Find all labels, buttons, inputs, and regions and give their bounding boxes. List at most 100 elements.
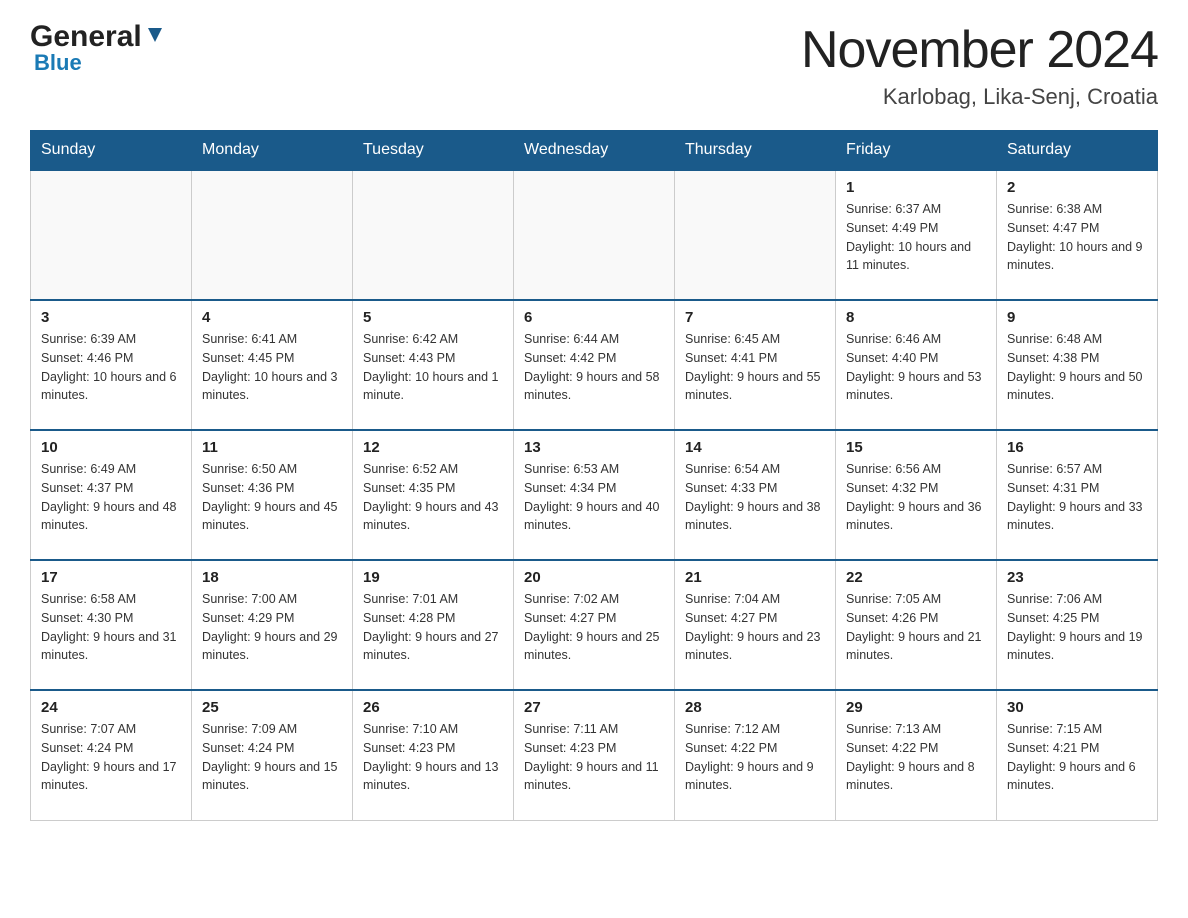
day-cell: 8 Sunrise: 6:46 AM Sunset: 4:40 PM Daylig… (836, 300, 997, 430)
day-number: 19 (363, 569, 503, 586)
day-number: 13 (524, 439, 664, 456)
day-cell: 1 Sunrise: 6:37 AM Sunset: 4:49 PM Daylig… (836, 170, 997, 300)
day-info: Sunrise: 7:13 AM Sunset: 4:22 PM Dayligh… (846, 720, 986, 795)
day-info: Sunrise: 7:05 AM Sunset: 4:26 PM Dayligh… (846, 590, 986, 665)
day-info: Sunrise: 7:11 AM Sunset: 4:23 PM Dayligh… (524, 720, 664, 795)
day-cell: 4Sunrise: 6:41 AM Sunset: 4:45 PM Daylig… (192, 300, 353, 430)
day-info: Sunrise: 6:39 AM Sunset: 4:46 PM Dayligh… (41, 330, 181, 405)
day-number: 14 (685, 439, 825, 456)
day-info: Sunrise: 7:01 AM Sunset: 4:28 PM Dayligh… (363, 590, 503, 665)
day-cell: 15Sunrise: 6:56 AM Sunset: 4:32 PM Dayli… (836, 430, 997, 560)
day-number: 24 (41, 699, 181, 716)
day-info: Sunrise: 7:00 AM Sunset: 4:29 PM Dayligh… (202, 590, 342, 665)
day-cell: 13 Sunrise: 6:53 AM Sunset: 4:34 PM Dayli… (514, 430, 675, 560)
day-info: Sunrise: 6:52 AM Sunset: 4:35 PM Dayligh… (363, 460, 503, 535)
day-cell: 17 Sunrise: 6:58 AM Sunset: 4:30 PM Dayli… (31, 560, 192, 690)
day-info: Sunrise: 6:37 AM Sunset: 4:49 PM Dayligh… (846, 200, 986, 275)
logo-blue-text: Blue (34, 50, 82, 76)
day-cell: 25 Sunrise: 7:09 AM Sunset: 4:24 PM Dayli… (192, 690, 353, 820)
title-area: November 2024 Karlobag, Lika-Senj, Croat… (801, 20, 1158, 110)
day-info: Sunrise: 7:07 AM Sunset: 4:24 PM Dayligh… (41, 720, 181, 795)
day-number: 3 (41, 309, 181, 326)
day-number: 21 (685, 569, 825, 586)
day-cell: 10 Sunrise: 6:49 AM Sunset: 4:37 PM Dayli… (31, 430, 192, 560)
day-info: Sunrise: 6:49 AM Sunset: 4:37 PM Dayligh… (41, 460, 181, 535)
header-cell-tuesday: Tuesday (353, 131, 514, 171)
day-info: Sunrise: 6:42 AM Sunset: 4:43 PM Dayligh… (363, 330, 503, 405)
day-info: Sunrise: 7:06 AM Sunset: 4:25 PM Dayligh… (1007, 590, 1147, 665)
day-info: Sunrise: 6:48 AM Sunset: 4:38 PM Dayligh… (1007, 330, 1147, 405)
day-number: 17 (41, 569, 181, 586)
week-row-4: 17 Sunrise: 6:58 AM Sunset: 4:30 PM Dayli… (31, 560, 1158, 690)
day-info: Sunrise: 6:38 AM Sunset: 4:47 PM Dayligh… (1007, 200, 1147, 275)
day-info: Sunrise: 7:09 AM Sunset: 4:24 PM Dayligh… (202, 720, 342, 795)
header-cell-thursday: Thursday (675, 131, 836, 171)
header-row: SundayMondayTuesdayWednesdayThursdayFrid… (31, 131, 1158, 171)
day-info: Sunrise: 6:46 AM Sunset: 4:40 PM Dayligh… (846, 330, 986, 405)
day-number: 18 (202, 569, 342, 586)
day-number: 7 (685, 309, 825, 326)
day-cell: 28Sunrise: 7:12 AM Sunset: 4:22 PM Dayli… (675, 690, 836, 820)
header: General Blue November 2024 Karlobag, Lik… (30, 20, 1158, 110)
day-number: 10 (41, 439, 181, 456)
day-cell: 12Sunrise: 6:52 AM Sunset: 4:35 PM Dayli… (353, 430, 514, 560)
day-info: Sunrise: 7:15 AM Sunset: 4:21 PM Dayligh… (1007, 720, 1147, 795)
day-info: Sunrise: 6:57 AM Sunset: 4:31 PM Dayligh… (1007, 460, 1147, 535)
day-cell: 9Sunrise: 6:48 AM Sunset: 4:38 PM Daylig… (997, 300, 1158, 430)
day-cell: 2 Sunrise: 6:38 AM Sunset: 4:47 PM Daylig… (997, 170, 1158, 300)
header-cell-sunday: Sunday (31, 131, 192, 171)
day-info: Sunrise: 6:50 AM Sunset: 4:36 PM Dayligh… (202, 460, 342, 535)
day-info: Sunrise: 7:12 AM Sunset: 4:22 PM Dayligh… (685, 720, 825, 795)
day-info: Sunrise: 6:54 AM Sunset: 4:33 PM Dayligh… (685, 460, 825, 535)
day-cell: 14 Sunrise: 6:54 AM Sunset: 4:33 PM Dayli… (675, 430, 836, 560)
day-cell: 7 Sunrise: 6:45 AM Sunset: 4:41 PM Daylig… (675, 300, 836, 430)
day-number: 6 (524, 309, 664, 326)
header-cell-monday: Monday (192, 131, 353, 171)
logo-arrow-icon (144, 24, 166, 46)
day-info: Sunrise: 6:56 AM Sunset: 4:32 PM Dayligh… (846, 460, 986, 535)
day-cell (675, 170, 836, 300)
day-cell: 29Sunrise: 7:13 AM Sunset: 4:22 PM Dayli… (836, 690, 997, 820)
day-info: Sunrise: 6:58 AM Sunset: 4:30 PM Dayligh… (41, 590, 181, 665)
day-number: 8 (846, 309, 986, 326)
calendar-table: SundayMondayTuesdayWednesdayThursdayFrid… (30, 130, 1158, 821)
day-info: Sunrise: 6:45 AM Sunset: 4:41 PM Dayligh… (685, 330, 825, 405)
day-cell (353, 170, 514, 300)
day-number: 2 (1007, 179, 1147, 196)
day-cell (31, 170, 192, 300)
day-cell: 23 Sunrise: 7:06 AM Sunset: 4:25 PM Dayli… (997, 560, 1158, 690)
month-title: November 2024 (801, 20, 1158, 80)
day-cell: 11 Sunrise: 6:50 AM Sunset: 4:36 PM Dayli… (192, 430, 353, 560)
day-cell: 22 Sunrise: 7:05 AM Sunset: 4:26 PM Dayli… (836, 560, 997, 690)
day-cell (192, 170, 353, 300)
day-cell (514, 170, 675, 300)
day-info: Sunrise: 7:02 AM Sunset: 4:27 PM Dayligh… (524, 590, 664, 665)
week-row-3: 10 Sunrise: 6:49 AM Sunset: 4:37 PM Dayli… (31, 430, 1158, 560)
day-cell: 3 Sunrise: 6:39 AM Sunset: 4:46 PM Daylig… (31, 300, 192, 430)
header-cell-saturday: Saturday (997, 131, 1158, 171)
day-cell: 27 Sunrise: 7:11 AM Sunset: 4:23 PM Dayli… (514, 690, 675, 820)
day-info: Sunrise: 6:44 AM Sunset: 4:42 PM Dayligh… (524, 330, 664, 405)
week-row-5: 24 Sunrise: 7:07 AM Sunset: 4:24 PM Dayli… (31, 690, 1158, 820)
day-cell: 30Sunrise: 7:15 AM Sunset: 4:21 PM Dayli… (997, 690, 1158, 820)
day-cell: 5Sunrise: 6:42 AM Sunset: 4:43 PM Daylig… (353, 300, 514, 430)
day-number: 4 (202, 309, 342, 326)
day-number: 27 (524, 699, 664, 716)
day-info: Sunrise: 7:10 AM Sunset: 4:23 PM Dayligh… (363, 720, 503, 795)
day-info: Sunrise: 6:53 AM Sunset: 4:34 PM Dayligh… (524, 460, 664, 535)
week-row-2: 3 Sunrise: 6:39 AM Sunset: 4:46 PM Daylig… (31, 300, 1158, 430)
day-cell: 26 Sunrise: 7:10 AM Sunset: 4:23 PM Dayli… (353, 690, 514, 820)
day-cell: 21Sunrise: 7:04 AM Sunset: 4:27 PM Dayli… (675, 560, 836, 690)
day-number: 22 (846, 569, 986, 586)
day-cell: 16 Sunrise: 6:57 AM Sunset: 4:31 PM Dayli… (997, 430, 1158, 560)
location-title: Karlobag, Lika-Senj, Croatia (801, 84, 1158, 110)
day-number: 1 (846, 179, 986, 196)
header-cell-wednesday: Wednesday (514, 131, 675, 171)
day-number: 26 (363, 699, 503, 716)
day-number: 23 (1007, 569, 1147, 586)
day-number: 11 (202, 439, 342, 456)
day-number: 25 (202, 699, 342, 716)
day-number: 16 (1007, 439, 1147, 456)
day-cell: 24 Sunrise: 7:07 AM Sunset: 4:24 PM Dayli… (31, 690, 192, 820)
header-cell-friday: Friday (836, 131, 997, 171)
